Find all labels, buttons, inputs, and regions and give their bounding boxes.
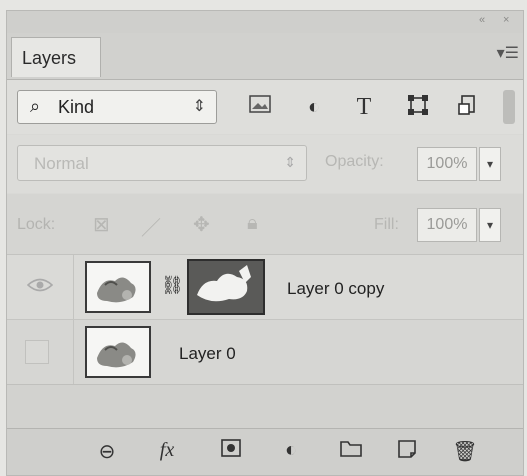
eye-icon[interactable] xyxy=(27,277,53,293)
filter-toggle[interactable] xyxy=(503,90,515,124)
panel-tab-row: Layers ▾☰ xyxy=(7,33,523,80)
collapse-icon[interactable]: « xyxy=(479,14,485,26)
fill-dropdown-button[interactable]: ▾ xyxy=(479,208,501,242)
shape-filter-icon[interactable] xyxy=(405,94,431,120)
updown-arrows-icon: ⇕ xyxy=(192,98,206,115)
panel-menu-icon[interactable]: ▾☰ xyxy=(497,43,519,63)
kind-filter-select[interactable]: ⌕ Kind ⇕ xyxy=(17,90,217,124)
panel-title-strip: « × xyxy=(7,11,523,34)
lock-image-icon[interactable]: ／ xyxy=(141,212,161,241)
lock-transparent-icon[interactable]: ⊠ xyxy=(93,212,110,237)
fill-label: Fill: xyxy=(374,216,399,233)
blend-row: Normal ⇕ Opacity: 100% ▾ xyxy=(7,135,523,193)
visibility-toggle[interactable] xyxy=(25,340,49,364)
add-mask-icon[interactable] xyxy=(217,439,245,463)
chain-link-icon[interactable]: ⛓︎ xyxy=(161,275,184,296)
visibility-column xyxy=(7,255,74,319)
fill-input[interactable]: 100% xyxy=(417,208,477,242)
tab-layers[interactable]: Layers xyxy=(11,37,101,77)
type-filter-icon[interactable]: T xyxy=(351,94,377,120)
layer-thumbnail[interactable] xyxy=(85,326,151,378)
layer-row[interactable]: ⛓︎ Layer 0 copy xyxy=(7,255,523,320)
delete-layer-icon[interactable]: 🗑︎ xyxy=(451,439,479,464)
layers-panel: « × Layers ▾☰ ⌕ Kind ⇕ ◐ T Normal ⇕ Opac… xyxy=(6,10,524,476)
opacity-dropdown-button[interactable]: ▾ xyxy=(479,147,501,181)
link-layers-icon[interactable]: ⊖ xyxy=(93,439,121,464)
layers-list: ⛓︎ Layer 0 copy Layer 0 xyxy=(7,255,523,435)
smart-object-filter-icon[interactable] xyxy=(455,94,481,120)
image-filter-icon[interactable] xyxy=(247,94,273,120)
lock-all-icon[interactable]: 🔒︎ xyxy=(247,212,258,235)
blend-mode-select[interactable]: Normal ⇕ xyxy=(17,145,307,181)
adjustment-layer-icon[interactable]: ◐ xyxy=(277,439,305,462)
new-layer-icon[interactable] xyxy=(393,439,421,465)
filter-row: ⌕ Kind ⇕ ◐ T xyxy=(7,80,523,134)
blend-mode-value: Normal xyxy=(34,154,89,173)
layer-row[interactable]: Layer 0 xyxy=(7,320,523,385)
layer-mask-thumbnail[interactable] xyxy=(187,259,265,315)
opacity-label: Opacity: xyxy=(325,153,384,170)
lock-position-icon[interactable]: ✥ xyxy=(193,212,210,237)
new-group-icon[interactable] xyxy=(337,439,365,463)
updown-arrows-icon: ⇕ xyxy=(284,154,296,170)
layer-thumbnail[interactable] xyxy=(85,261,151,313)
adjustment-filter-icon[interactable]: ◐ xyxy=(301,94,327,120)
lock-label: Lock: xyxy=(17,216,56,233)
fx-icon[interactable]: fx xyxy=(153,439,181,462)
lock-row: Lock: ⊠ ／ ✥ 🔒︎ Fill: 100% ▾ xyxy=(7,194,523,255)
opacity-input[interactable]: 100% xyxy=(417,147,477,181)
kind-filter-label: Kind xyxy=(58,97,95,117)
layer-name[interactable]: Layer 0 copy xyxy=(287,279,384,299)
layer-name[interactable]: Layer 0 xyxy=(179,344,236,364)
search-icon: ⌕ xyxy=(30,96,41,116)
visibility-column xyxy=(7,320,74,384)
layers-bottom-toolbar: ⊖ fx ◐ 🗑︎ xyxy=(7,428,523,475)
close-icon[interactable]: × xyxy=(503,14,509,26)
